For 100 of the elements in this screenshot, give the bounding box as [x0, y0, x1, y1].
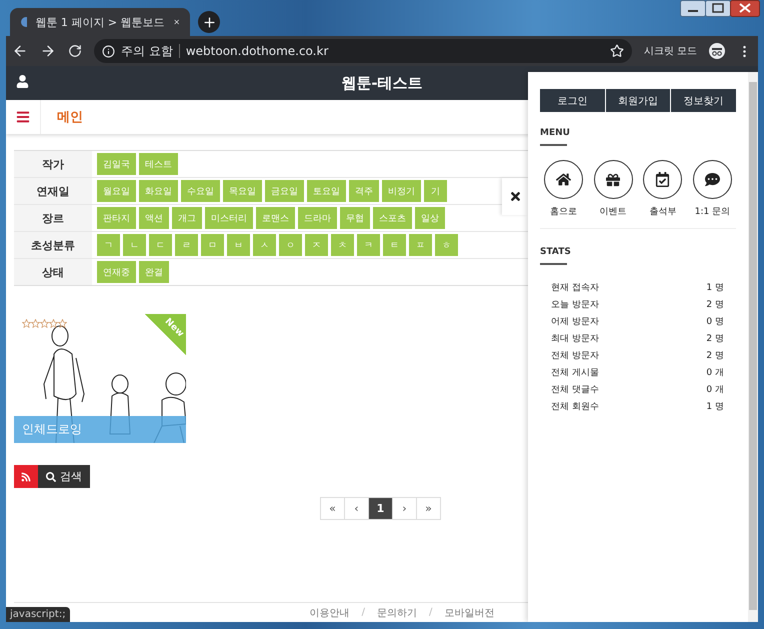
filter-option[interactable]: ㅅ [253, 234, 276, 256]
filter-option[interactable]: ㅇ [279, 234, 302, 256]
filter-option[interactable]: ㅍ [409, 234, 432, 256]
forward-icon[interactable] [40, 43, 56, 59]
home-icon [556, 172, 571, 187]
section-title: MENU [540, 128, 567, 146]
address-bar[interactable]: 주의 요함 webtoon.dothome.co.kr [94, 39, 632, 63]
new-tab-button[interactable] [198, 11, 220, 33]
search-icon [46, 472, 56, 482]
stat-value: 2 명 [706, 350, 724, 362]
star-icon [58, 319, 67, 328]
page-icon [20, 16, 28, 28]
filter-option[interactable]: ㅊ [331, 234, 354, 256]
stat-label: 최대 방문자 [551, 333, 599, 345]
filter-option[interactable]: 미스터리 [205, 207, 253, 229]
last-page-button[interactable]: » [416, 497, 441, 520]
menu-label: 홈으로 [550, 206, 577, 218]
filter-option[interactable]: ㄹ [175, 234, 198, 256]
filter-option[interactable]: 연재중 [97, 261, 136, 283]
search-button[interactable]: 검색 [38, 465, 90, 488]
filter-option[interactable]: 화요일 [139, 180, 178, 202]
filter-option[interactable]: 토요일 [307, 180, 346, 202]
filter-option[interactable]: 완결 [139, 261, 169, 283]
filter-option[interactable]: 드라마 [298, 207, 337, 229]
bookmark-star-icon[interactable] [610, 44, 624, 58]
separator: / [362, 607, 365, 618]
filter-option[interactable]: ㅁ [201, 234, 224, 256]
stat-label: 오늘 방문자 [551, 299, 599, 311]
scrollbar[interactable] [748, 72, 758, 622]
stat-value: 0 개 [706, 367, 724, 379]
filter-option[interactable]: ㅌ [383, 234, 406, 256]
filter-option[interactable]: 수요일 [181, 180, 220, 202]
reload-icon[interactable] [68, 44, 82, 58]
filter-option[interactable]: 판타지 [97, 207, 136, 229]
close-button[interactable] [502, 178, 528, 215]
filter-label: 장르 [14, 205, 92, 231]
filter-option[interactable]: 금요일 [265, 180, 304, 202]
filter-option[interactable]: 기 [424, 180, 447, 202]
user-icon[interactable] [16, 75, 29, 88]
nav-link[interactable]: 메인 [57, 108, 83, 126]
filter-label: 작가 [14, 151, 92, 177]
filter-option[interactable]: 목요일 [223, 180, 262, 202]
browser-tab[interactable]: 웹툰 1 페이지 > 웹툰보드 [10, 8, 190, 36]
url-text: webtoon.dothome.co.kr [178, 44, 328, 58]
filter-option[interactable]: ㄴ [123, 234, 146, 256]
star-icon [49, 319, 58, 328]
gift-icon [606, 172, 620, 186]
filter-option[interactable]: 액션 [139, 207, 169, 229]
star-icon [31, 319, 40, 328]
first-page-button[interactable]: « [320, 497, 345, 520]
filter-option[interactable]: ㄱ [97, 234, 120, 256]
filter-option[interactable]: 스포츠 [373, 207, 412, 229]
filter-label: 초성분류 [14, 232, 92, 258]
page-button[interactable]: 1 [368, 497, 393, 520]
star-icon [40, 319, 49, 328]
auth-button[interactable]: 로그인 [540, 89, 605, 112]
menu-icon [16, 110, 30, 124]
stat-value: 0 명 [706, 316, 724, 328]
filter-option[interactable]: ㄷ [149, 234, 172, 256]
footer-link[interactable]: 모바일버전 [444, 606, 494, 620]
plus-icon[interactable] [202, 14, 216, 30]
window-controls-drawing[interactable] [680, 0, 760, 18]
rss-icon [21, 472, 31, 482]
rss-button[interactable] [14, 465, 38, 488]
status-text: javascript:; [6, 607, 70, 622]
menu-label: 이벤트 [600, 206, 627, 218]
footer-link[interactable]: 이용안내 [310, 606, 350, 620]
filter-option[interactable]: ㅎ [435, 234, 458, 256]
separator: / [429, 607, 432, 618]
back-icon[interactable] [12, 43, 28, 59]
filter-option[interactable]: 월요일 [97, 180, 136, 202]
info-icon[interactable] [102, 44, 115, 58]
card-title: 인체드로잉 [14, 416, 186, 443]
stat-value: 2 명 [706, 299, 724, 311]
filter-option[interactable]: 격주 [349, 180, 379, 202]
filter-option[interactable]: 김일국 [97, 153, 136, 175]
incognito-icon[interactable] [709, 43, 725, 59]
auth-button[interactable]: 회원가입 [606, 89, 670, 112]
stat-label: 전체 게시물 [551, 367, 599, 379]
filter-label: 연재일 [14, 178, 92, 204]
profile-label: 시크릿 모드 [644, 45, 697, 58]
prev-page-button[interactable]: ‹ [344, 497, 369, 520]
auth-button[interactable]: 정보찾기 [671, 89, 736, 112]
star-icon [22, 319, 31, 328]
stat-label: 전체 회원수 [551, 401, 599, 413]
filter-option[interactable]: 비정기 [382, 180, 421, 202]
stat-value: 1 명 [706, 401, 724, 413]
filter-option[interactable]: 무협 [340, 207, 370, 229]
filter-option[interactable]: ㅋ [357, 234, 380, 256]
filter-option[interactable]: ㅈ [305, 234, 328, 256]
filter-label: 상태 [14, 259, 92, 285]
filter-option[interactable]: 개그 [172, 207, 202, 229]
filter-option[interactable]: ㅂ [227, 234, 250, 256]
filter-option[interactable]: 일상 [415, 207, 445, 229]
next-page-button[interactable]: › [392, 497, 417, 520]
footer-link[interactable]: 문의하기 [377, 606, 417, 620]
filter-option[interactable]: 로맨스 [256, 207, 295, 229]
stat-label: 전체 방문자 [551, 350, 599, 362]
filter-option[interactable]: 테스트 [139, 153, 178, 175]
menu-label: 출석부 [649, 206, 676, 218]
